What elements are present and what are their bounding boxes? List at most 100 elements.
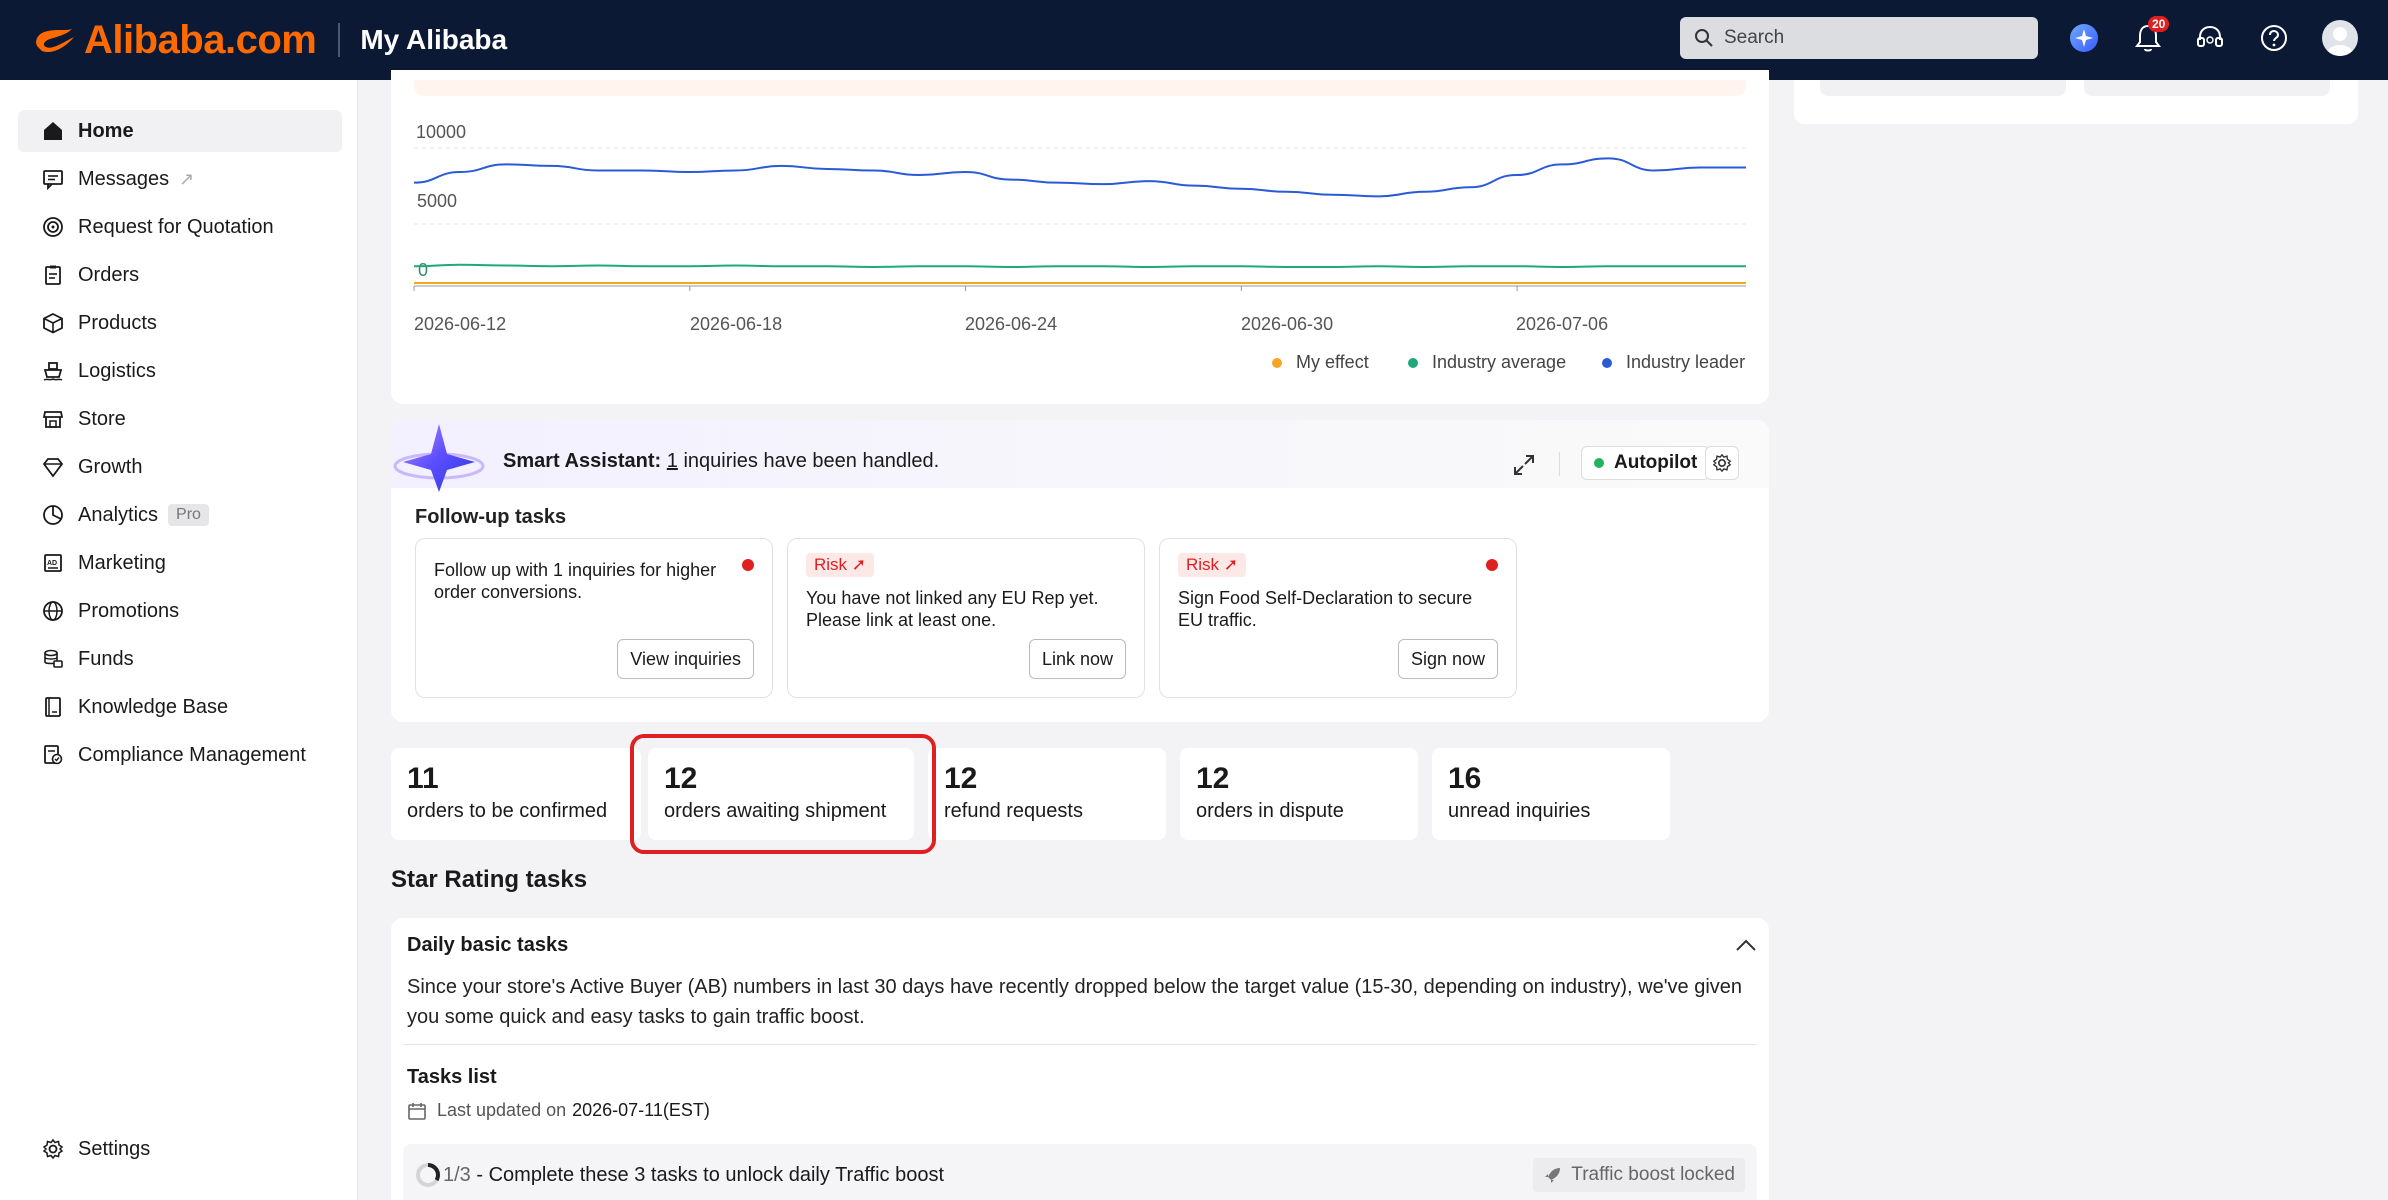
follow-up-title: Follow-up tasks	[415, 506, 567, 528]
trend-arrow-icon: ➚	[1223, 555, 1239, 574]
stat-label: refund requests	[944, 800, 1083, 822]
last-updated: Last updated on 2026-07-11(EST)	[407, 1100, 710, 1121]
handled-count-link[interactable]: 1	[667, 450, 678, 472]
sidebar-item-promotions[interactable]: Promotions	[18, 590, 342, 632]
link-now-button[interactable]: Link now	[1028, 639, 1126, 679]
chevron-up-icon[interactable]	[1735, 938, 1757, 952]
book-icon	[45, 697, 61, 717]
stat-value: 16	[1448, 762, 1482, 795]
assistant-label: Smart Assistant:	[503, 450, 662, 472]
sidebar-item-knowledge-base[interactable]: Knowledge Base	[18, 686, 342, 728]
legend-label: My effect	[1296, 352, 1369, 372]
line-chart	[413, 147, 1746, 291]
progress-fraction: 1/3	[443, 1164, 471, 1186]
ad-icon: AD	[44, 554, 62, 572]
sidebar-item-growth[interactable]: Growth	[18, 446, 342, 488]
compliance-icon	[44, 745, 63, 765]
task-card: Risk ➚ You have not linked any EU Rep ye…	[787, 538, 1145, 698]
pro-badge: Pro	[168, 504, 209, 526]
diamond-icon	[42, 458, 64, 478]
trend-arrow-icon: ➚	[851, 555, 867, 574]
x-tick-label: 2026-06-30	[1241, 314, 1334, 334]
task-text: Follow up with 1 inquiries for higher or…	[434, 560, 717, 602]
task-card: Risk ➚ Sign Food Self-Declaration to sec…	[1159, 538, 1517, 698]
x-tick-label: 2026-06-12	[414, 314, 507, 334]
svg-text:AD: AD	[47, 560, 57, 567]
star-rating-title: Star Rating tasks	[391, 866, 588, 893]
assistant-star-logo-icon	[393, 424, 485, 492]
stat-value: 12	[944, 762, 978, 795]
assistant-message: inquiries have been handled.	[677, 450, 940, 472]
stat-orders-in-dispute[interactable]: 12 orders in dispute	[1180, 748, 1418, 840]
stat-refund-requests[interactable]: 12 refund requests	[928, 748, 1166, 840]
sidebar-item-marketing[interactable]: AD Marketing	[18, 542, 342, 584]
highlight-box	[630, 734, 936, 854]
task-progress-row[interactable]: 1/3 - Complete these 3 tasks to unlock d…	[403, 1144, 1757, 1200]
sidebar-item-analytics[interactable]: Analytics Pro	[18, 494, 342, 536]
globe-icon	[43, 601, 63, 621]
autopilot-status-dot	[1594, 458, 1604, 468]
tasks-list-title: Tasks list	[407, 1066, 497, 1088]
sign-now-button[interactable]: Sign now	[1397, 639, 1498, 679]
pie-chart-icon	[43, 505, 63, 525]
autopilot-button[interactable]: Autopilot	[1581, 446, 1711, 480]
x-tick-label: 2026-06-24	[965, 314, 1058, 334]
legend-item-industry-leader: Industry leader	[1602, 352, 1745, 373]
progress-message: - Complete these 3 tasks to unlock daily…	[470, 1164, 945, 1186]
legend-dot	[1602, 357, 1612, 368]
calendar-icon	[408, 1102, 426, 1120]
series-line-industry-leader	[413, 157, 1746, 198]
legend-label: Industry leader	[1626, 352, 1746, 372]
x-tick-label: 2026-06-18	[690, 314, 783, 334]
sidebar-item-label: Funds	[78, 647, 134, 670]
series-line-industry-average	[413, 263, 1746, 269]
x-tick-label: 2026-07-06	[1516, 314, 1609, 334]
sidebar-item-label: Knowledge Base	[78, 695, 229, 718]
traffic-boost-locked-badge: Traffic boost locked	[1533, 1158, 1745, 1192]
stat-orders-to-confirm[interactable]: 11 orders to be confirmed	[391, 748, 641, 840]
gear-icon	[1712, 453, 1732, 473]
risk-label: Risk	[814, 555, 848, 574]
risk-label: Risk	[1186, 555, 1220, 574]
risk-badge: Risk ➚	[806, 553, 875, 577]
stat-value: 12	[1196, 762, 1230, 795]
stat-unread-inquiries[interactable]: 16 unread inquiries	[1432, 748, 1670, 840]
gear-icon	[42, 1138, 64, 1160]
stat-label: orders to be confirmed	[407, 800, 608, 822]
divider	[403, 1044, 1757, 1045]
unread-dot	[1486, 559, 1498, 571]
task-text: You have not linked any EU Rep yet. Plea…	[806, 588, 1099, 630]
sidebar-item-label: Promotions	[78, 599, 180, 622]
rocket-icon	[1545, 1168, 1561, 1183]
sidebar-item-funds[interactable]: Funds	[18, 638, 342, 680]
legend-label: Industry average	[1432, 352, 1567, 372]
last-updated-date: 2026-07-11(EST)	[572, 1100, 710, 1120]
unread-dot	[742, 559, 754, 571]
view-inquiries-button[interactable]: View inquiries	[617, 639, 754, 679]
legend-dot	[1408, 357, 1418, 368]
coins-icon	[44, 649, 63, 668]
header-separator	[1559, 452, 1560, 476]
stat-value: 11	[407, 762, 439, 795]
progress-ring-icon	[416, 1163, 440, 1187]
last-updated-label: Last updated on	[437, 1100, 567, 1120]
legend-dot	[1272, 357, 1282, 368]
legend-item-industry-average: Industry average	[1408, 352, 1566, 373]
expand-icon[interactable]	[1511, 452, 1537, 478]
sidebar-item-label: Marketing	[78, 551, 166, 574]
daily-tasks-description: Since your store's Active Buyer (AB) num…	[407, 976, 1743, 1028]
daily-tasks-card: Daily basic tasks Since your store's Act…	[391, 918, 1769, 1200]
locked-label: Traffic boost locked	[1571, 1164, 1735, 1185]
assistant-settings-button[interactable]	[1705, 446, 1739, 480]
sidebar-item-settings[interactable]: Settings	[18, 1128, 342, 1170]
sidebar-item-label: Analytics	[78, 503, 159, 526]
sidebar-item-compliance[interactable]: Compliance Management	[18, 734, 342, 776]
sidebar-item-label: Settings	[78, 1137, 151, 1160]
stat-label: orders in dispute	[1196, 800, 1344, 822]
progress-text: 1/3 - Complete these 3 tasks to unlock d…	[443, 1164, 944, 1187]
task-text: Sign Food Self-Declaration to secure EU …	[1178, 588, 1473, 630]
autopilot-label: Autopilot	[1614, 452, 1698, 473]
sidebar-item-label: Growth	[78, 455, 143, 478]
daily-tasks-title: Daily basic tasks	[407, 934, 569, 956]
stat-label: unread inquiries	[1448, 800, 1591, 822]
